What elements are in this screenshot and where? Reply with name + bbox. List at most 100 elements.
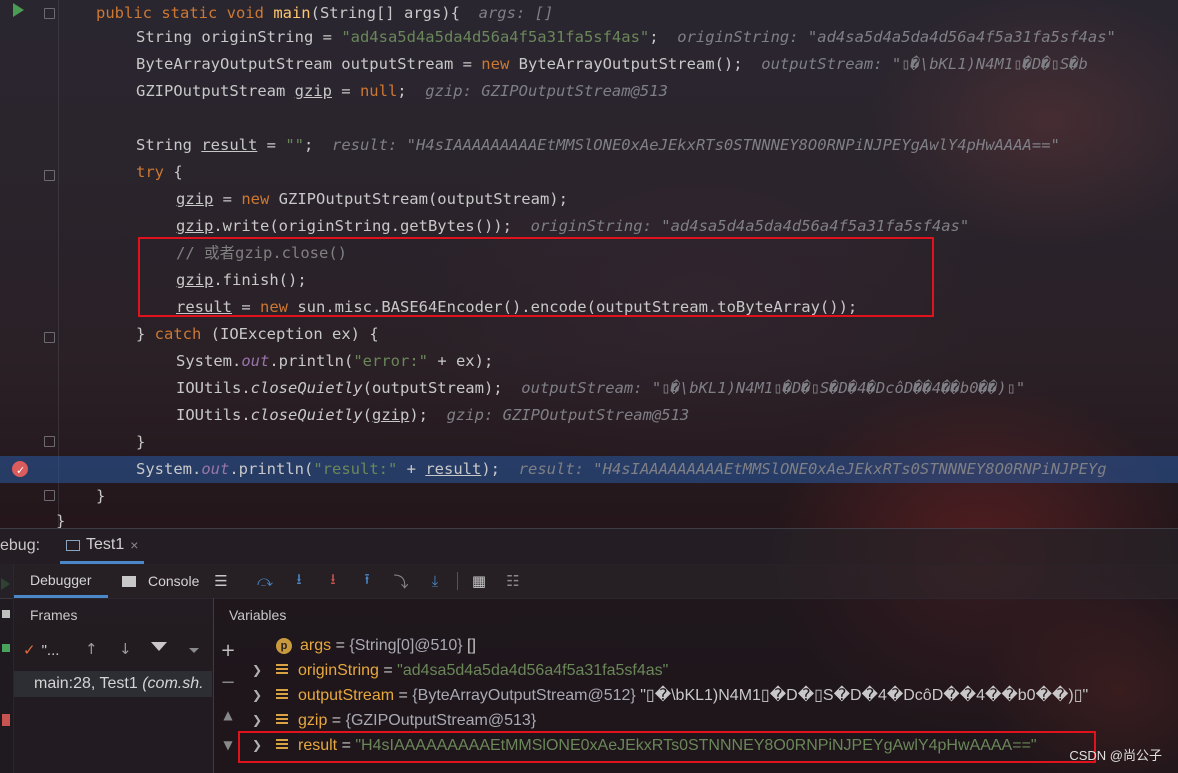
inline-value-hint: result: "H4sIAAAAAAAAAEtMMSlONE0xAeJEkxR… (332, 136, 1060, 154)
variable-row[interactable]: p args = {String[0]@510} [] (276, 633, 476, 658)
chevron-right-icon[interactable]: ❯ (252, 663, 262, 677)
next-frame-icon[interactable]: ↓ (119, 640, 132, 658)
variable-row[interactable]: originString = "ad4sa5d4a5da4d56a4f5a31f… (276, 658, 668, 683)
code-keyword: null (359, 82, 398, 100)
inline-value-hint: originString: "ad4sa5d4a5da4d56a4f5a31fa… (530, 217, 970, 235)
step-into-icon[interactable]: ⭳ (324, 570, 342, 590)
debug-label: ebug: (0, 537, 41, 554)
code-text: = (257, 136, 286, 154)
editor-gutter[interactable] (0, 0, 60, 528)
code-line: gzip.write(originString.getBytes()); ori… (176, 213, 969, 240)
code-keyword: new (241, 190, 270, 208)
code-field: out (241, 352, 270, 370)
trace-icon[interactable]: ☷ (504, 572, 522, 590)
code-text: .println( (269, 352, 354, 370)
fold-icon[interactable] (44, 436, 55, 447)
code-text: ByteArrayOutputStream(); (509, 55, 762, 73)
stack-frame-row[interactable]: main:28, Test1 (com.sh. (14, 671, 212, 697)
previous-frame-icon[interactable]: ↑ (85, 640, 98, 658)
step-over-icon[interactable]: ⭳ (290, 570, 308, 590)
code-text: } (136, 433, 146, 451)
variable-row[interactable]: gzip = {GZIPOutputStream@513} (276, 708, 536, 733)
frame-package: (com.sh. (142, 675, 204, 692)
run-icon[interactable] (13, 3, 24, 17)
inline-value-hint: outputStream: "▯�\bKL1)N4M1▯�D�▯S�D�4�Dc… (521, 379, 1026, 397)
fold-icon[interactable] (44, 8, 55, 19)
code-variable: gzip (371, 406, 410, 424)
inline-value-hint: args: [] (478, 4, 554, 22)
code-text: ; (304, 136, 332, 154)
show-execution-point-icon[interactable]: ⤼ (256, 572, 274, 590)
code-text: } (56, 512, 66, 528)
code-line: GZIPOutputStream gzip = null; gzip: GZIP… (136, 78, 668, 105)
chevron-right-icon[interactable]: ❯ (252, 713, 262, 727)
code-text: } (136, 325, 155, 343)
drop-frame-icon[interactable]: ⤵ (392, 572, 410, 591)
add-watch-icon[interactable]: + (220, 640, 236, 661)
code-static-method: closeQuietly (250, 379, 363, 397)
code-text: ); (481, 460, 519, 478)
code-text: GZIPOutputStream (136, 82, 295, 100)
code-line: public static void main(String[] args){ … (96, 0, 553, 27)
code-line: try { (136, 159, 183, 186)
code-line: System.out.println("error:" + ex); (176, 348, 493, 375)
fold-icon[interactable] (44, 332, 55, 343)
fold-icon[interactable] (44, 170, 55, 181)
code-text: .write(originString.getBytes()); (213, 217, 531, 235)
variable-name: gzip (298, 712, 328, 729)
debug-session-label: Test1 (86, 536, 125, 553)
move-down-icon[interactable]: ▼ (220, 738, 236, 752)
code-line: } (56, 508, 65, 528)
rerun-icon[interactable] (2, 610, 10, 618)
evaluate-expression-icon[interactable]: ▦ (470, 572, 488, 590)
code-text: { (164, 163, 183, 181)
field-icon (276, 663, 288, 676)
thread-selector[interactable]: ✓ "... (23, 640, 59, 662)
tab-console[interactable]: Console (122, 564, 199, 598)
close-icon[interactable]: × (130, 537, 138, 553)
chevron-down-icon[interactable] (189, 648, 199, 653)
run-to-cursor-icon[interactable]: ⤓ (426, 572, 444, 590)
variable-equals: = (394, 687, 413, 704)
frame-location: main:28, Test1 (34, 675, 143, 692)
step-out-icon[interactable]: ⭱ (358, 570, 376, 590)
field-icon (276, 688, 288, 701)
code-string: "error:" (353, 352, 428, 370)
filter-icon[interactable] (151, 642, 167, 651)
field-icon (276, 713, 288, 726)
variable-value: "▯�\bKL1)N4M1▯�D�▯S�D�4�DcôD��4��b0��)▯" (640, 687, 1089, 704)
code-static-method: closeQuietly (250, 406, 363, 424)
move-up-icon[interactable]: ▲ (220, 708, 236, 722)
code-text: System. (176, 352, 242, 370)
variable-type: {String[0]@510} (349, 637, 468, 654)
code-text: + (397, 460, 426, 478)
remove-watch-icon[interactable]: − (220, 672, 236, 693)
code-editor[interactable]: ✓ public static void main(String[] args)… (0, 0, 1178, 528)
code-variable: gzip (176, 190, 214, 208)
code-line: ByteArrayOutputStream outputStream = new… (136, 51, 1088, 78)
layout-icon[interactable]: ☰ (212, 572, 230, 590)
gutter-divider (58, 0, 59, 528)
variable-name: outputStream (298, 687, 395, 704)
console-window-icon (66, 539, 80, 551)
variable-value: [] (467, 637, 476, 654)
code-text: IOUtils. (176, 406, 251, 424)
code-text: System. (136, 460, 202, 478)
code-text: + ex); (427, 352, 494, 370)
resume-program-icon[interactable] (2, 644, 10, 652)
code-line-current: System.out.println("result:" + result); … (136, 456, 1107, 483)
fold-icon[interactable] (44, 490, 55, 501)
variable-equals: = (331, 637, 350, 654)
variable-row[interactable]: outputStream = {ByteArrayOutputStream@51… (276, 683, 1088, 708)
chevron-right-icon[interactable]: ❯ (252, 688, 262, 702)
stop-icon[interactable] (2, 714, 10, 726)
tab-debugger[interactable]: Debugger (14, 564, 108, 598)
code-text: .println( (229, 460, 314, 478)
variable-type: {ByteArrayOutputStream@512} (412, 687, 641, 704)
code-line: } catch (IOException ex) { (136, 321, 379, 348)
code-text: (IOException ex) { (201, 325, 379, 343)
tab-debugger-label: Debugger (30, 571, 92, 588)
debug-session-tab[interactable]: Test1 × (60, 529, 145, 564)
code-string: "" (285, 136, 304, 154)
code-variable: gzip (176, 217, 214, 235)
